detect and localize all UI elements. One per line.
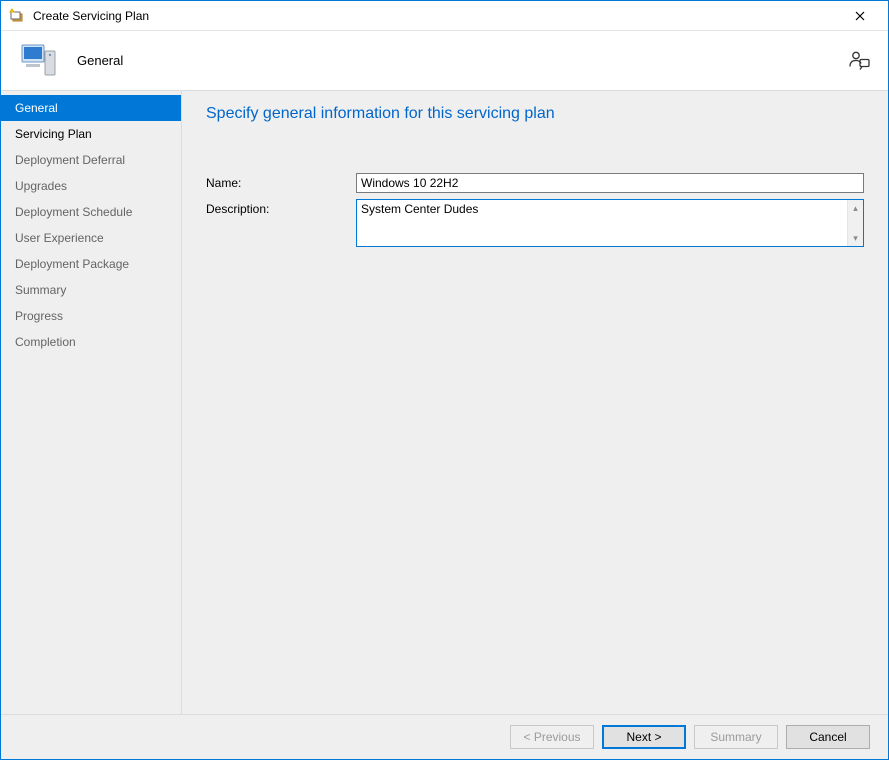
description-label: Description: [206, 199, 356, 216]
summary-button: Summary [694, 725, 778, 749]
content-area: General Servicing Plan Deployment Deferr… [1, 91, 888, 714]
description-scrollbar[interactable]: ▴ ▾ [847, 200, 863, 246]
sidebar-item-progress[interactable]: Progress [1, 303, 181, 329]
description-input[interactable] [357, 200, 847, 246]
page-heading: Specify general information for this ser… [206, 105, 864, 123]
name-input[interactable] [356, 173, 864, 193]
computer-icon [19, 41, 59, 81]
wizard-sidebar: General Servicing Plan Deployment Deferr… [1, 91, 182, 714]
sidebar-item-servicing-plan[interactable]: Servicing Plan [1, 121, 181, 147]
sidebar-item-deployment-package[interactable]: Deployment Package [1, 251, 181, 277]
sidebar-item-upgrades[interactable]: Upgrades [1, 173, 181, 199]
sidebar-item-summary[interactable]: Summary [1, 277, 181, 303]
description-row: Description: ▴ ▾ [206, 199, 864, 247]
wizard-footer: < Previous Next > Summary Cancel [1, 714, 888, 759]
close-button[interactable] [840, 1, 880, 30]
titlebar: Create Servicing Plan [1, 1, 888, 31]
wizard-icon [9, 8, 25, 24]
name-label: Name: [206, 173, 356, 190]
wizard-window: Create Servicing Plan General [0, 0, 889, 760]
titlebar-title: Create Servicing Plan [33, 9, 840, 23]
header-banner: General [1, 31, 888, 91]
description-wrapper: ▴ ▾ [356, 199, 864, 247]
main-panel: Specify general information for this ser… [182, 91, 888, 714]
previous-button: < Previous [510, 725, 594, 749]
people-icon [848, 48, 870, 73]
name-row: Name: [206, 173, 864, 193]
next-button[interactable]: Next > [602, 725, 686, 749]
sidebar-item-user-experience[interactable]: User Experience [1, 225, 181, 251]
sidebar-item-deployment-deferral[interactable]: Deployment Deferral [1, 147, 181, 173]
header-title: General [77, 53, 123, 68]
sidebar-item-general[interactable]: General [1, 95, 181, 121]
sidebar-item-deployment-schedule[interactable]: Deployment Schedule [1, 199, 181, 225]
sidebar-item-completion[interactable]: Completion [1, 329, 181, 355]
scroll-up-icon[interactable]: ▴ [848, 200, 863, 216]
scroll-down-icon[interactable]: ▾ [848, 230, 863, 246]
cancel-button[interactable]: Cancel [786, 725, 870, 749]
